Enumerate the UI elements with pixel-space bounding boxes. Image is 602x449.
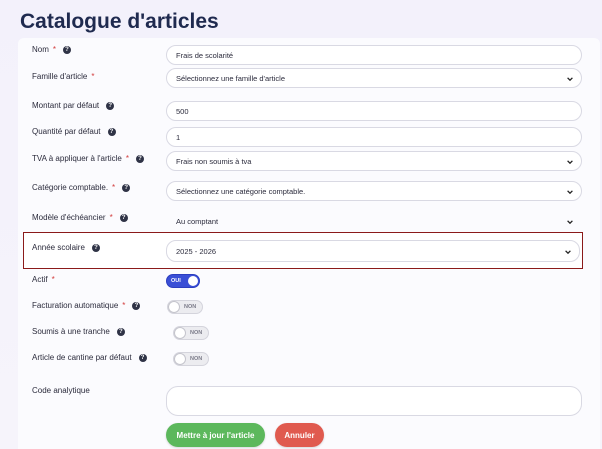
categorie-label: Catégorie comptable. * ?	[32, 183, 131, 192]
actif-label: Actif *	[32, 275, 55, 284]
quantite-label: Quantité par défaut ?	[32, 127, 116, 136]
tranche-toggle[interactable]: NON	[173, 326, 209, 340]
required-marker: *	[112, 183, 116, 192]
required-marker: *	[122, 301, 126, 310]
help-icon[interactable]: ?	[132, 301, 141, 310]
montant-input[interactable]: 500	[166, 101, 582, 121]
help-icon[interactable]: ?	[91, 243, 100, 252]
tva-select[interactable]: Frais non soumis à tva	[166, 151, 582, 171]
famille-select[interactable]: Sélectionnez une famille d'article	[166, 68, 582, 88]
chevron-down-icon	[567, 190, 573, 195]
help-icon[interactable]: ?	[106, 101, 115, 110]
help-icon[interactable]: ?	[122, 183, 131, 192]
tranche-label: Soumis à une tranche ?	[32, 327, 125, 336]
facturation-label: Facturation automatique * ?	[32, 301, 141, 310]
help-icon[interactable]: ?	[119, 213, 128, 222]
quantite-input[interactable]: 1	[166, 127, 582, 147]
chevron-down-icon	[567, 77, 573, 82]
tva-label: TVA à appliquer à l'article * ?	[32, 154, 144, 163]
required-marker: *	[91, 72, 95, 81]
toggle-knob	[168, 301, 180, 313]
toggle-knob	[174, 353, 186, 365]
required-marker: *	[51, 275, 55, 284]
code-label: Code analytique	[32, 386, 90, 395]
facturation-toggle[interactable]: NON	[167, 300, 203, 314]
categorie-select[interactable]: Sélectionnez une catégorie comptable.	[166, 181, 582, 201]
chevron-down-icon	[567, 220, 573, 225]
echeancier-select[interactable]: Au comptant	[166, 211, 582, 231]
cantine-label: Article de cantine par défaut ?	[32, 353, 147, 362]
required-marker: *	[52, 45, 57, 54]
nom-label: Nom * ?	[32, 45, 72, 54]
annee-select[interactable]: 2025 - 2026	[166, 240, 580, 262]
code-analytique-textarea[interactable]	[166, 386, 582, 416]
help-icon[interactable]: ?	[116, 327, 125, 336]
page-title: Catalogue d'articles	[20, 10, 219, 33]
chevron-down-icon	[567, 160, 573, 165]
montant-label: Montant par défaut ?	[32, 101, 115, 110]
nom-input[interactable]: Frais de scolarité	[166, 45, 582, 65]
cantine-toggle[interactable]: NON	[173, 352, 209, 366]
toggle-knob	[174, 327, 186, 339]
help-icon[interactable]: ?	[138, 353, 147, 362]
echeancier-label: Modèle d'échéancier * ?	[32, 213, 128, 222]
chevron-down-icon	[565, 250, 571, 255]
annee-label: Année scolaire ?	[32, 243, 100, 252]
help-icon[interactable]: ?	[107, 127, 116, 136]
required-marker: *	[109, 213, 113, 222]
cancel-button[interactable]: Annuler	[275, 423, 324, 447]
required-marker: *	[125, 154, 129, 163]
toggle-knob	[188, 276, 198, 286]
help-icon[interactable]: ?	[63, 45, 72, 54]
famille-label: Famille d'article *	[32, 72, 95, 81]
actif-toggle[interactable]: OUI	[166, 274, 200, 288]
help-icon[interactable]: ?	[136, 154, 144, 163]
update-article-button[interactable]: Mettre à jour l'article	[166, 423, 265, 447]
